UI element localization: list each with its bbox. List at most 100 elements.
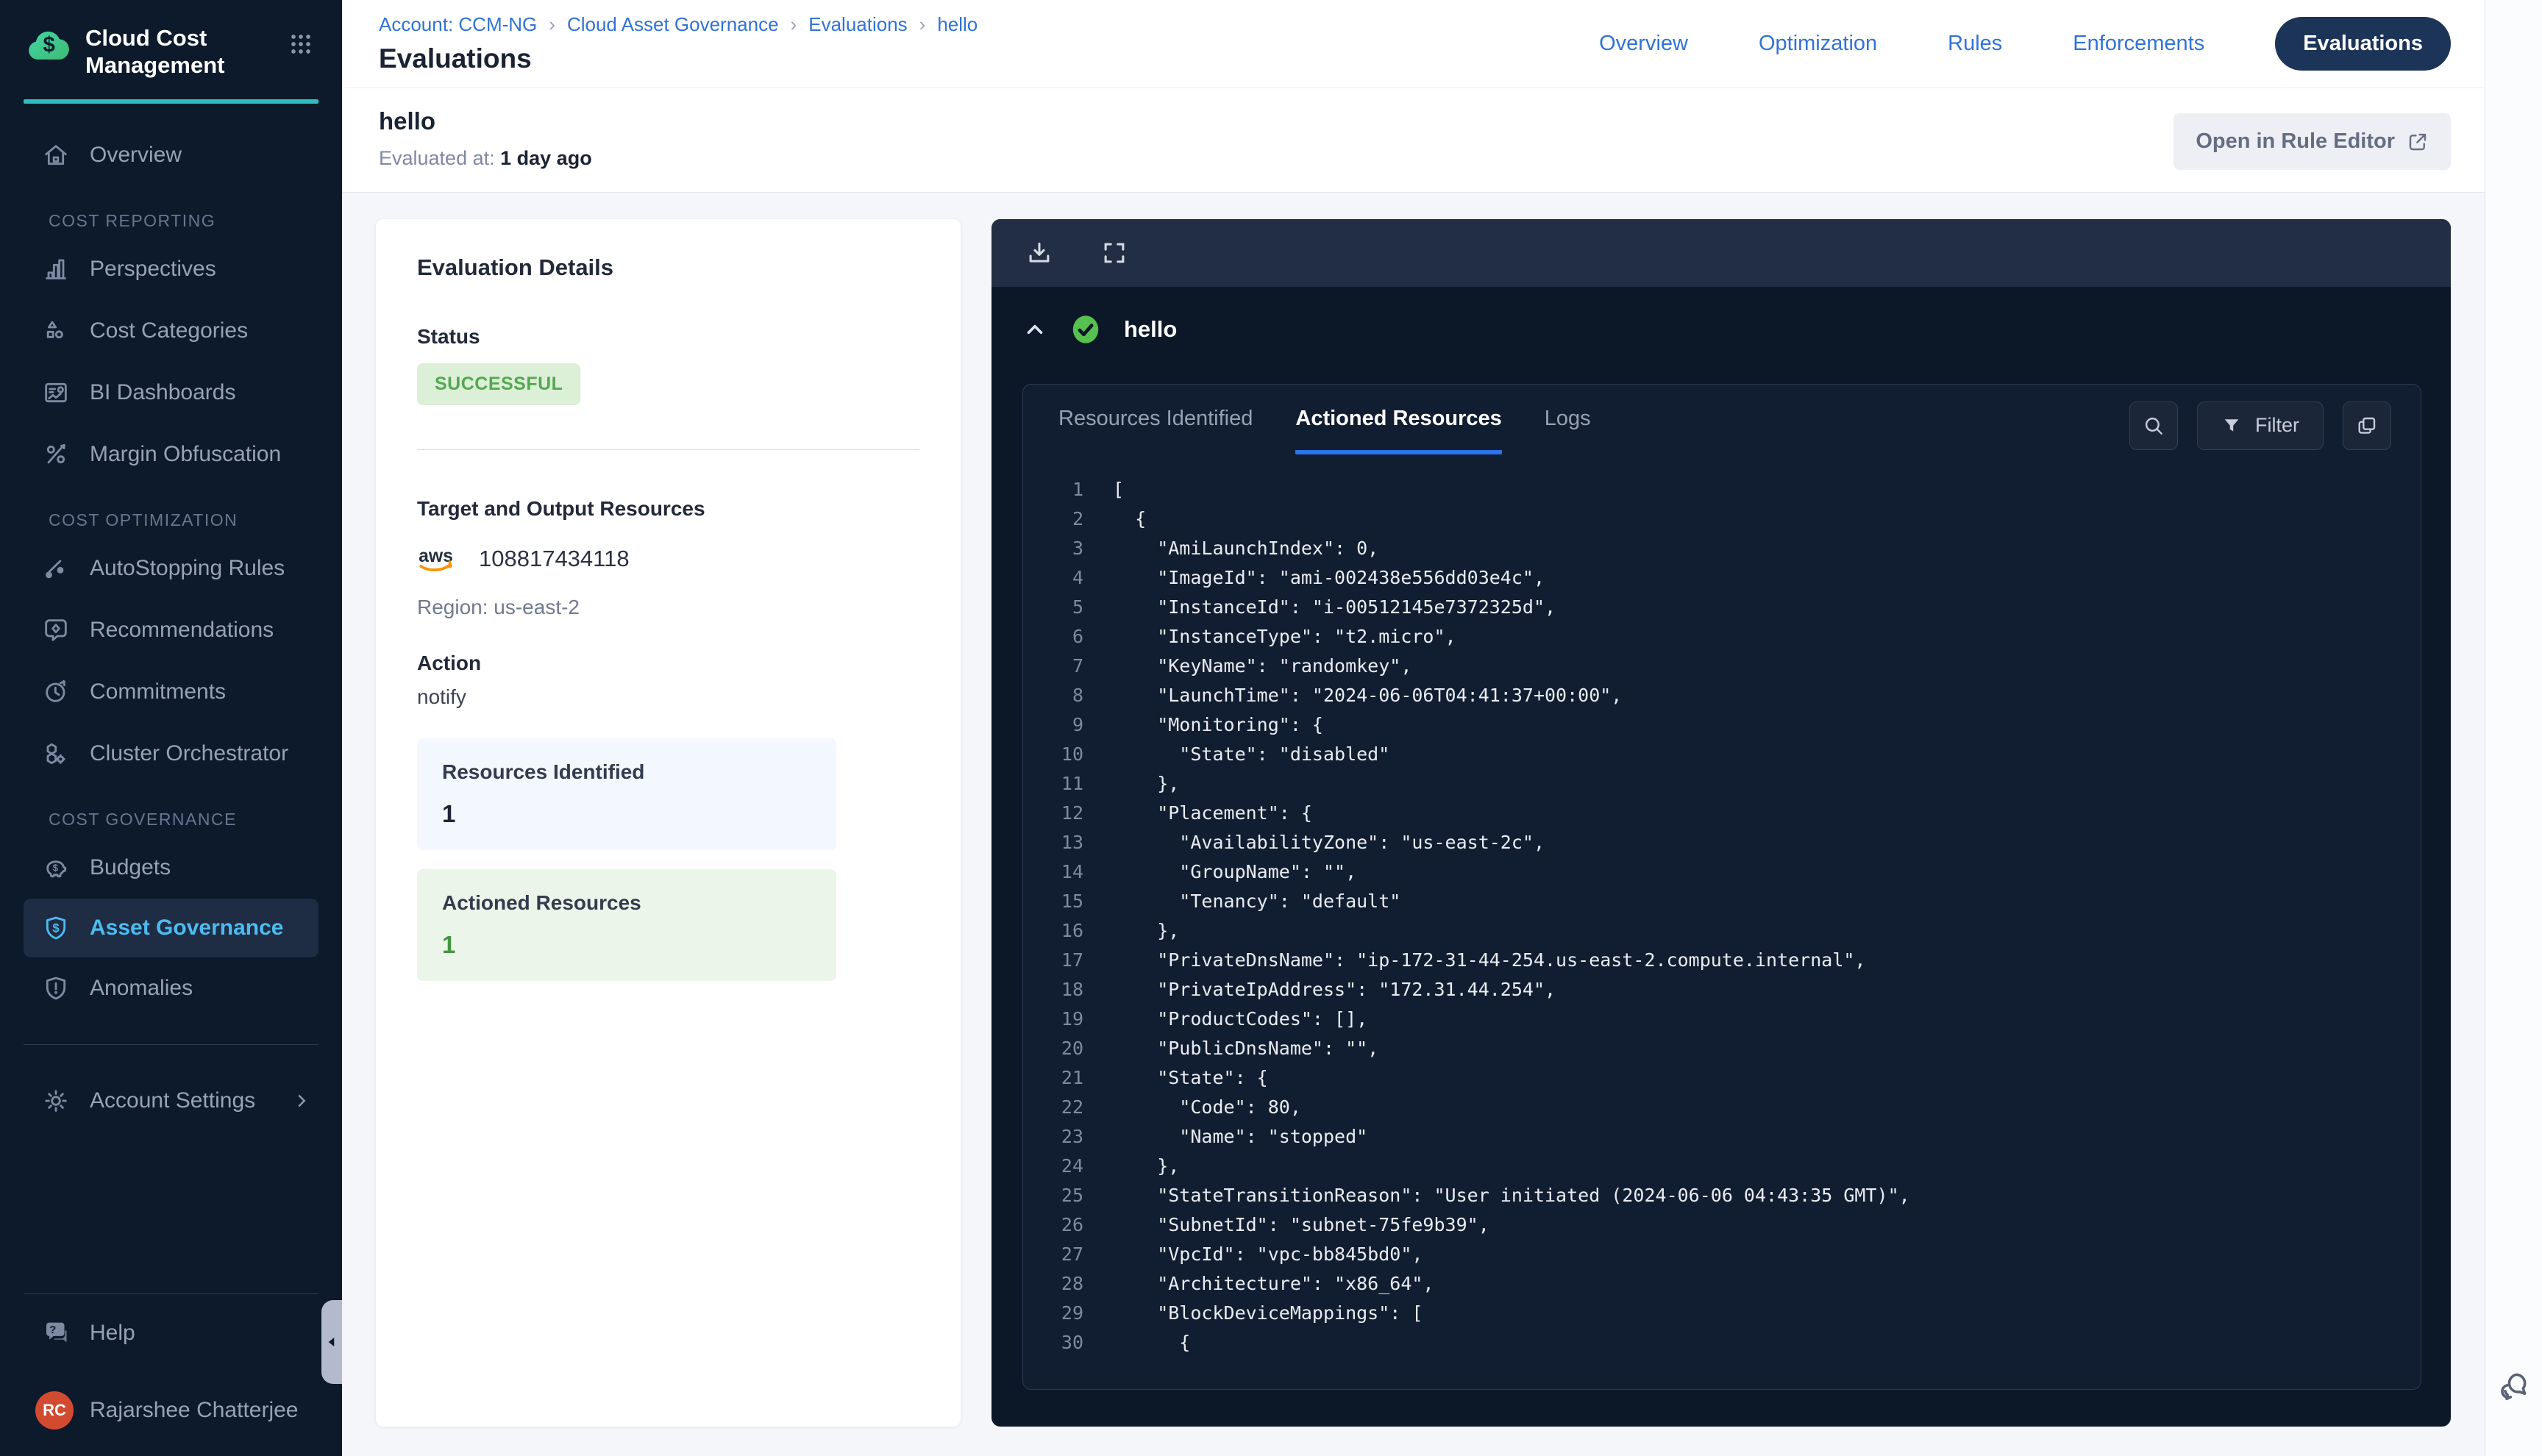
- open-in-rule-editor-label: Open in Rule Editor: [2196, 129, 2395, 154]
- code-line: 2 {: [1030, 504, 2421, 534]
- line-number: 3: [1030, 534, 1083, 563]
- json-code-viewer[interactable]: 1[2 {3 "AmiLaunchIndex": 0,4 "ImageId": …: [1023, 454, 2421, 1389]
- copy-icon: [2355, 414, 2379, 438]
- app-grid-icon[interactable]: [286, 29, 316, 59]
- code-line: 24 },: [1030, 1152, 2421, 1181]
- sidebar-item-label: Anomalies: [90, 976, 193, 1001]
- code-line: 29 "BlockDeviceMappings": [: [1030, 1299, 2421, 1328]
- tab-resources-identified[interactable]: Resources Identified: [1058, 407, 1253, 454]
- line-content: "AvailabilityZone": "us-east-2c",: [1113, 828, 1545, 857]
- code-line: 4 "ImageId": "ami-002438e556dd03e4c",: [1030, 563, 2421, 593]
- line-number: 26: [1030, 1210, 1083, 1240]
- breadcrumb-link[interactable]: Evaluations: [808, 13, 907, 36]
- breadcrumb-link[interactable]: Account: CCM-NG: [379, 13, 537, 36]
- help-button[interactable]: ? Help: [0, 1299, 342, 1349]
- open-in-rule-editor-button[interactable]: Open in Rule Editor: [2173, 113, 2451, 170]
- nav-link-optimization[interactable]: Optimization: [1759, 32, 1877, 56]
- evaluated-at-label: Evaluated at:: [379, 147, 495, 169]
- nav-link-enforcements[interactable]: Enforcements: [2073, 32, 2204, 56]
- sidebar-item-anomalies[interactable]: Anomalies: [0, 957, 342, 1019]
- stat-value: 1: [442, 931, 811, 959]
- line-number: 1: [1030, 475, 1083, 504]
- cloud-cost-logo-icon: $: [25, 25, 72, 62]
- evaluation-viewer-panel: hello Resources Identified Actioned Resou…: [991, 219, 2451, 1427]
- evaluation-subheader: hello Evaluated at: 1 day ago Open in Ru…: [342, 88, 2485, 193]
- evaluated-at: Evaluated at: 1 day ago: [379, 147, 592, 170]
- sidebar-item-recommendations[interactable]: Recommendations: [0, 599, 342, 661]
- code-line: 19 "ProductCodes": [],: [1030, 1004, 2421, 1034]
- brand-row: $ Cloud Cost Management: [0, 0, 342, 79]
- svg-text:?: ?: [49, 1324, 56, 1336]
- code-line: 17 "PrivateDnsName": "ip-172-31-44-254.u…: [1030, 946, 2421, 975]
- sidebar-item-autostopping-rules[interactable]: AutoStopping Rules: [0, 538, 342, 599]
- cloud-account-row: aws 108817434118: [417, 543, 919, 575]
- filter-button[interactable]: Filter: [2197, 402, 2324, 450]
- feedback-chat-icon[interactable]: [2496, 1368, 2532, 1405]
- external-link-icon: [2407, 131, 2429, 153]
- hexagons-icon: [41, 739, 71, 768]
- line-number: 28: [1030, 1269, 1083, 1299]
- sidebar-item-bi-dashboards[interactable]: BI Dashboards: [0, 362, 342, 424]
- main-area: Account: CCM-NG › Cloud Asset Governance › E…: [342, 0, 2542, 1456]
- breadcrumb-link[interactable]: Cloud Asset Governance: [567, 13, 779, 36]
- user-name: Rajarshee Chatterjee: [90, 1398, 299, 1423]
- stat-box-actioned-resources: Actioned Resources1: [417, 869, 836, 981]
- line-content: "GroupName": "",: [1113, 857, 1356, 887]
- sidebar-item-account-settings[interactable]: Account Settings: [0, 1070, 342, 1132]
- sidebar-item-cost-categories[interactable]: Cost Categories: [0, 300, 342, 362]
- sidebar-collapse-handle[interactable]: [321, 1300, 342, 1384]
- sidebar-item-asset-governance[interactable]: $Asset Governance: [24, 899, 318, 957]
- target-resources-label: Target and Output Resources: [417, 497, 919, 521]
- code-line: 7 "KeyName": "randomkey",: [1030, 652, 2421, 681]
- success-check-icon: [1069, 313, 1102, 346]
- sidebar-item-commitments[interactable]: Commitments: [0, 661, 342, 723]
- sidebar-item-perspectives[interactable]: Perspectives: [0, 238, 342, 300]
- line-content: "State": "disabled": [1113, 740, 1389, 769]
- download-icon[interactable]: [1025, 239, 1053, 267]
- line-content: "InstanceId": "i-00512145e7372325d",: [1113, 593, 1556, 622]
- module-nav: Overview Optimization Rules Enforcements Eva…: [1599, 17, 2451, 71]
- svg-text:$: $: [53, 862, 59, 873]
- code-line: 18 "PrivateIpAddress": "172.31.44.254",: [1030, 975, 2421, 1004]
- code-line: 8 "LaunchTime": "2024-06-06T04:41:37+00:…: [1030, 681, 2421, 710]
- line-content: "VpcId": "vpc-bb845bd0",: [1113, 1240, 1423, 1269]
- chevron-up-icon[interactable]: [1022, 317, 1047, 342]
- line-content: "ImageId": "ami-002438e556dd03e4c",: [1113, 563, 1545, 593]
- sidebar-item-margin-obfuscation[interactable]: Margin Obfuscation: [0, 424, 342, 485]
- code-line: 5 "InstanceId": "i-00512145e7372325d",: [1030, 593, 2421, 622]
- nav-link-rules[interactable]: Rules: [1948, 32, 2002, 56]
- sidebar-item-label: Account Settings: [90, 1088, 255, 1113]
- search-button[interactable]: [2129, 402, 2178, 450]
- evaluation-result-header: hello: [991, 287, 2451, 365]
- details-card-title: Evaluation Details: [417, 254, 919, 281]
- breadcrumb-link[interactable]: hello: [937, 13, 978, 36]
- sidebar-item-budgets[interactable]: $Budgets: [0, 837, 342, 899]
- line-content: },: [1113, 916, 1179, 946]
- status-label: Status: [417, 325, 919, 349]
- copy-button[interactable]: [2343, 402, 2391, 450]
- user-profile[interactable]: RC Rajarshee Chatterjee: [0, 1349, 342, 1435]
- shield-dollar-icon: $: [41, 913, 71, 943]
- line-content: "ProductCodes": [],: [1113, 1004, 1367, 1034]
- nav-link-evaluations[interactable]: Evaluations: [2275, 17, 2451, 71]
- line-number: 22: [1030, 1093, 1083, 1122]
- sidebar-item-label: Cost Categories: [90, 318, 248, 343]
- sidebar-bottom: ? Help RC Rajarshee Chatterjee: [0, 1268, 342, 1456]
- sidebar-item-label: Commitments: [90, 679, 226, 704]
- code-line: 15 "Tenancy": "default": [1030, 887, 2421, 916]
- page-header: Account: CCM-NG › Cloud Asset Governance › E…: [342, 0, 2485, 88]
- fullscreen-icon[interactable]: [1100, 239, 1128, 267]
- sidebar-item-cluster-orchestrator[interactable]: Cluster Orchestrator: [0, 723, 342, 785]
- breadcrumb-separator-icon: ›: [791, 13, 797, 36]
- breadcrumb-separator-icon: ›: [549, 13, 555, 36]
- help-chat-icon: ?: [41, 1318, 72, 1349]
- tab-logs[interactable]: Logs: [1545, 407, 1591, 454]
- line-content: "PublicDnsName": "",: [1113, 1034, 1378, 1063]
- tab-controls: Filter: [2129, 402, 2391, 450]
- nav-link-overview[interactable]: Overview: [1599, 32, 1688, 56]
- line-number: 10: [1030, 740, 1083, 769]
- line-content: "PrivateIpAddress": "172.31.44.254",: [1113, 975, 1556, 1004]
- line-content: "Monitoring": {: [1113, 710, 1323, 740]
- tab-actioned-resources[interactable]: Actioned Resources: [1295, 407, 1501, 454]
- sidebar-item-overview[interactable]: Overview: [0, 124, 342, 186]
